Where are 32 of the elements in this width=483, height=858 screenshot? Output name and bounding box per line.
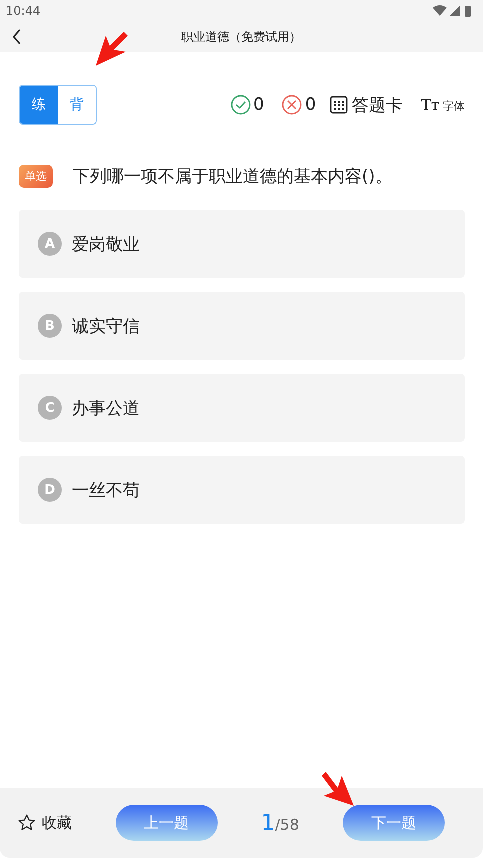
correct-count: 0 xyxy=(254,95,264,115)
signal-battery-icon xyxy=(433,5,473,17)
answer-option[interactable]: D 一丝不苟 xyxy=(19,456,465,524)
clock-time: 10:44 xyxy=(6,4,41,18)
option-text: 一丝不苟 xyxy=(72,480,140,502)
option-text: 爱岗敬业 xyxy=(72,234,140,256)
grid-icon xyxy=(330,96,348,114)
option-text: 办事公道 xyxy=(72,398,140,420)
favorite-button[interactable]: 收藏 xyxy=(18,814,72,832)
option-text: 诚实守信 xyxy=(72,316,140,338)
option-letter: A xyxy=(38,232,62,256)
total-pages: /58 xyxy=(275,816,300,834)
annotation-arrow-icon xyxy=(96,32,128,66)
mode-tab[interactable]: 练 xyxy=(20,86,58,124)
back-icon[interactable] xyxy=(12,29,22,45)
current-page: 1 xyxy=(261,810,276,836)
annotation-arrow-icon xyxy=(322,772,354,806)
star-icon xyxy=(18,814,36,832)
font-size-button[interactable]: Tт 字体 xyxy=(421,96,465,114)
option-letter: C xyxy=(38,396,62,420)
page-title: 职业道德（免费试用） xyxy=(182,28,302,46)
option-letter: B xyxy=(38,314,62,338)
check-circle-icon xyxy=(230,95,251,115)
option-letter: D xyxy=(38,478,62,502)
answer-option[interactable]: C 办事公道 xyxy=(19,374,465,442)
question-type-tag: 单选 xyxy=(19,165,53,188)
answer-option[interactable]: B 诚实守信 xyxy=(19,292,465,360)
answer-option[interactable]: A 爱岗敬业 xyxy=(19,210,465,278)
question-text: 下列哪一项不属于职业道德的基本内容()。 xyxy=(73,166,392,188)
answer-card-button[interactable]: 答题卡 xyxy=(330,94,404,116)
cross-circle-icon xyxy=(282,95,302,115)
wrong-count: 0 xyxy=(305,95,316,115)
